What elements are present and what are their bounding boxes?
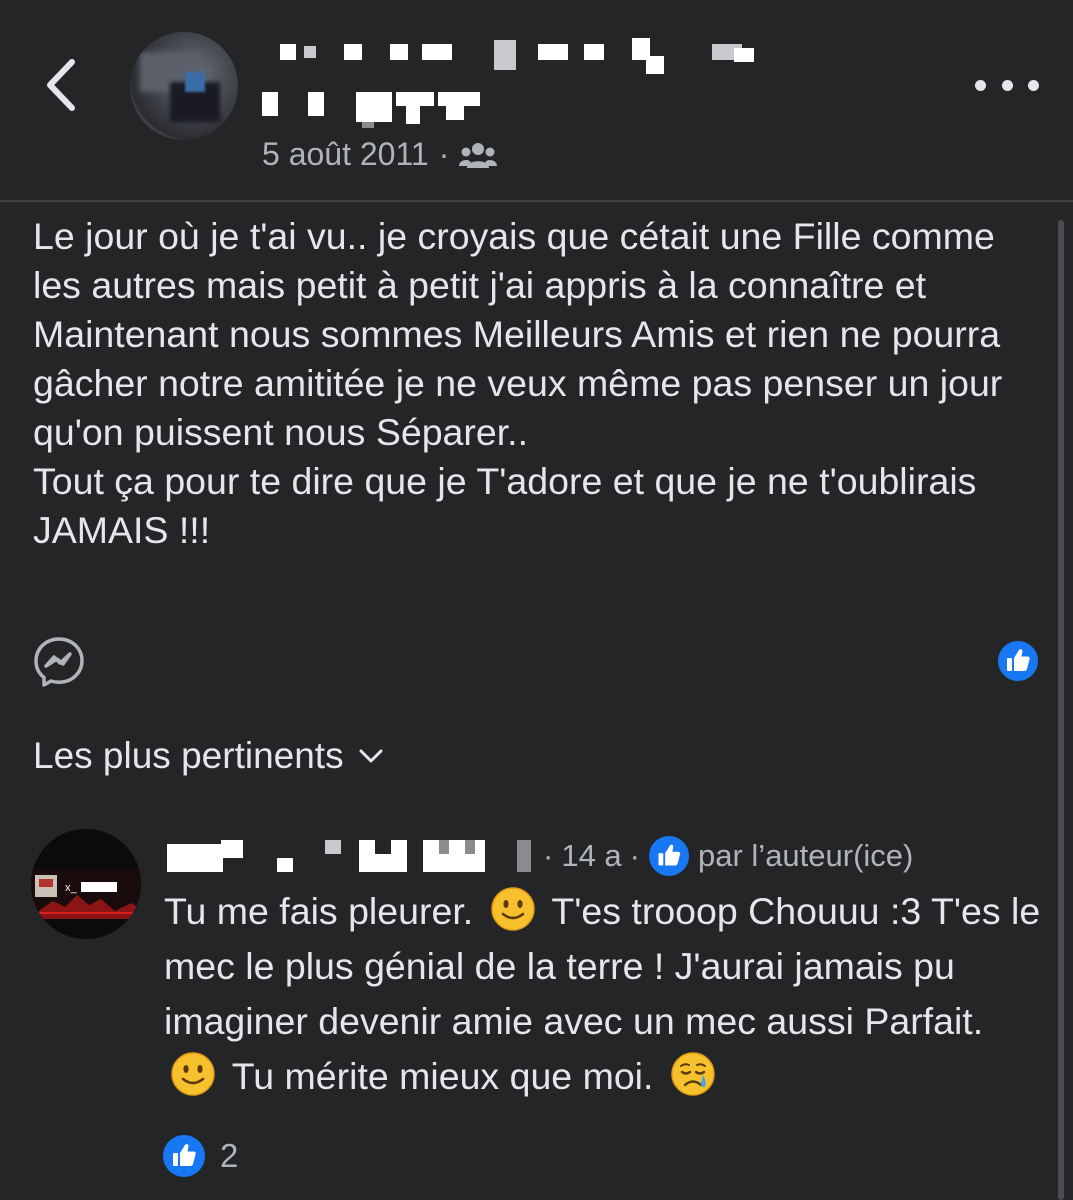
slightly-smiling-face-icon [171,1052,215,1096]
comment-separator-2: · [629,838,640,873]
comment-text-part-3: Tu mérite mieux que moi. [231,1055,654,1097]
chevron-down-icon [359,749,383,763]
comment-text-part-1: Tu me fais pleurer. [164,890,474,932]
like-icon [163,1135,205,1177]
comment-reaction-count: 2 [220,1137,239,1174]
post-date-row: 5 août 2011 · [262,136,498,173]
send-in-messenger-button[interactable] [32,635,86,689]
date-separator: · [438,136,450,172]
back-button[interactable] [38,50,88,120]
commenter-name-censored[interactable] [165,836,545,876]
chevron-left-icon [47,59,75,111]
friends-icon [459,142,498,168]
comment-separator: · [543,838,554,873]
messenger-icon [34,637,84,687]
post-body-text: Le jour où je t'ai vu.. je croyais que c… [33,215,1003,551]
author-avatar[interactable] [130,32,238,140]
more-horizontal-icon [975,79,986,91]
author-name-censored[interactable] [262,38,762,128]
commenter-avatar[interactable]: x_ [31,829,141,939]
comment-reactions[interactable]: 2 [162,1134,238,1178]
slightly-smiling-face-icon [490,887,535,931]
more-options-button[interactable] [975,68,1039,102]
liked-by-author-label: par l’auteur(ice) [698,838,914,873]
scrollbar[interactable] [1058,220,1064,1200]
comment-sort-label: Les plus pertinents [33,735,344,776]
post-header: 5 août 2011 · [0,0,1073,202]
svg-text:x_: x_ [65,882,78,894]
comment-sort-dropdown[interactable]: Les plus pertinents [33,735,384,777]
post-like-reaction[interactable] [996,639,1040,683]
crying-face-icon [671,1052,715,1096]
comment-meta-row: · 14 a · par l’auteur(ice) [165,835,1045,880]
comment-age[interactable]: 14 a [561,838,621,874]
comment-body-text: Tu me fais pleurer. T'es trooop Chouuu :… [164,884,1044,1104]
post-date[interactable]: 5 août 2011 [262,136,429,173]
like-icon [648,835,690,877]
like-icon [996,639,1040,683]
